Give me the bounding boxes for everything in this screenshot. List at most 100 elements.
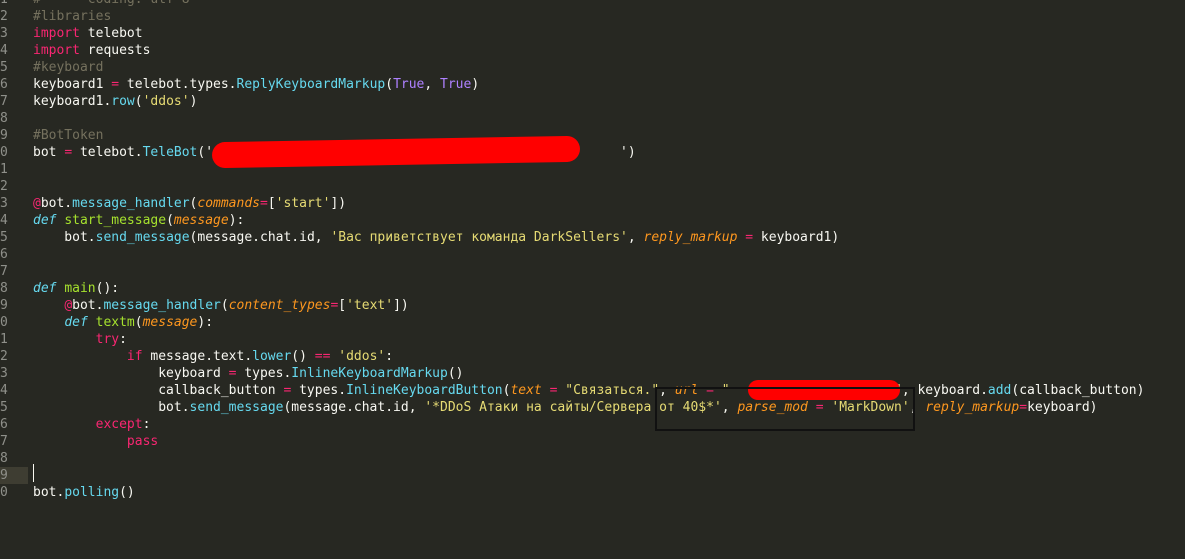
code-line[interactable]: 4 def start_message(message):: [0, 212, 1185, 229]
code-token: ]): [393, 298, 409, 313]
code-token: message_handler: [72, 196, 190, 211]
code-line[interactable]: 8 def main():: [0, 280, 1185, 297]
code-token: reply_markup: [925, 400, 1020, 415]
code-line[interactable]: 1 # coding: utf-8: [0, 0, 1185, 8]
code-token: ():: [95, 281, 120, 296]
code-text: bot.send_message(message.chat.id, 'Вас п…: [33, 229, 839, 246]
code-token: import: [33, 26, 80, 41]
line-number: 6: [0, 77, 8, 92]
code-token: (: [134, 94, 143, 109]
code-line[interactable]: 7 keyboard1.row('ddos'): [0, 93, 1185, 110]
code-token: #keyboard: [33, 60, 104, 75]
line-number: 0: [0, 485, 8, 500]
code-token: message: [142, 315, 198, 330]
code-token: main: [64, 281, 96, 296]
code-token: ==: [314, 349, 331, 364]
code-line[interactable]: 3 import telebot: [0, 25, 1185, 42]
code-line[interactable]: 7 pass: [0, 433, 1185, 450]
code-token: (: [220, 298, 229, 313]
code-token: [: [267, 196, 276, 211]
code-line[interactable]: 1: [0, 161, 1185, 178]
code-text: def textm(message):: [33, 314, 213, 331]
code-token: keyboard1): [753, 230, 840, 245]
line-number: 0: [0, 145, 8, 160]
line-number: 6: [0, 417, 8, 432]
code-token: pass: [126, 434, 159, 449]
code-token: ReplyKeyboardMarkup: [236, 77, 386, 92]
code-token: @: [64, 298, 73, 313]
code-line[interactable]: 6 keyboard1 = telebot.types.ReplyKeyboard…: [0, 76, 1185, 93]
code-token: lower: [252, 349, 292, 364]
line-number: 0: [0, 315, 8, 330]
line-number: 1: [0, 332, 8, 347]
code-token: =: [260, 196, 268, 211]
line-number: 9: [0, 128, 8, 143]
code-line[interactable]: 0 bot.polling(): [0, 484, 1185, 501]
code-token: def: [64, 315, 88, 330]
code-token: if: [126, 349, 143, 364]
line-number: 5: [0, 400, 8, 415]
code-token: row: [111, 94, 135, 109]
line-number: 2: [0, 349, 8, 364]
code-token: start_message: [64, 213, 167, 228]
code-token: =: [64, 145, 73, 160]
code-token: TeleBot: [142, 145, 198, 160]
code-line[interactable]: 5 bot.send_message(message.chat.id, 'Вас…: [0, 229, 1185, 246]
code-token: bot.: [33, 230, 96, 245]
code-line[interactable]: 2 #libraries: [0, 8, 1185, 25]
code-token: True: [393, 77, 425, 92]
code-line[interactable]: 2 if message.text.lower() == 'ddos':: [0, 348, 1185, 365]
code-line[interactable]: 4 callback_button = types.InlineKeyboard…: [0, 382, 1185, 399]
line-number: 9: [0, 298, 8, 313]
code-line[interactable]: 1 try:: [0, 331, 1185, 348]
code-line[interactable]: 6: [0, 246, 1185, 263]
code-token: (message.chat.id,: [189, 230, 331, 245]
code-line[interactable]: 7: [0, 263, 1185, 280]
code-line[interactable]: 2: [0, 178, 1185, 195]
code-line[interactable]: 9: [0, 467, 1185, 484]
code-line[interactable]: 9 #BotToken: [0, 127, 1185, 144]
code-token: @: [33, 196, 41, 211]
line-number: 4: [0, 383, 8, 398]
code-token: textm: [95, 315, 135, 330]
annotation-rectangle: [655, 387, 915, 431]
code-token: InlineKeyboardMarkup: [291, 366, 448, 381]
line-number: 1: [0, 162, 8, 177]
code-editor[interactable]: 1 # coding: utf-8 2 #libraries 3 import teleb…: [0, 0, 1185, 501]
code-token: reply_markup: [643, 230, 738, 245]
code-token: (callback_button): [1011, 383, 1145, 398]
code-line[interactable]: 9 @bot.message_handler(content_types=['t…: [0, 297, 1185, 314]
code-token: keyboard1: [33, 77, 112, 92]
line-number: 2: [0, 9, 8, 24]
code-token: telebot: [79, 26, 143, 41]
code-token: send_message: [95, 230, 190, 245]
code-text: if message.text.lower() == 'ddos':: [33, 348, 393, 365]
code-token: message.text.: [142, 349, 253, 364]
code-line[interactable]: 4 import requests: [0, 42, 1185, 59]
code-line[interactable]: 6 except:: [0, 416, 1185, 433]
code-text: except:: [33, 416, 151, 433]
code-token: try: [95, 332, 120, 347]
code-line[interactable]: 3 keyboard = types.InlineKeyboardMarkup(…: [0, 365, 1185, 382]
code-token: (message.chat.id,: [283, 400, 425, 415]
text-cursor: [33, 464, 34, 482]
code-line[interactable]: 5 #keyboard: [0, 59, 1185, 76]
code-token: bot.: [40, 196, 73, 211]
code-line[interactable]: 3 @bot.message_handler(commands=['start']…: [0, 195, 1185, 212]
code-token: =: [228, 366, 237, 381]
code-line[interactable]: 0 def textm(message):: [0, 314, 1185, 331]
code-text: @bot.message_handler(commands=['start']): [33, 195, 346, 212]
code-token: bot: [33, 145, 65, 160]
code-token: except: [95, 417, 143, 432]
code-line[interactable]: 5 bot.send_message(message.chat.id, '*DD…: [0, 399, 1185, 416]
code-token: ):: [197, 315, 214, 330]
code-token: callback_button: [33, 383, 284, 398]
code-line[interactable]: 0 bot = telebot.TeleBot(' '): [0, 144, 1185, 161]
code-line[interactable]: 8: [0, 110, 1185, 127]
code-line[interactable]: 8: [0, 450, 1185, 467]
code-token: keyboard: [33, 366, 229, 381]
